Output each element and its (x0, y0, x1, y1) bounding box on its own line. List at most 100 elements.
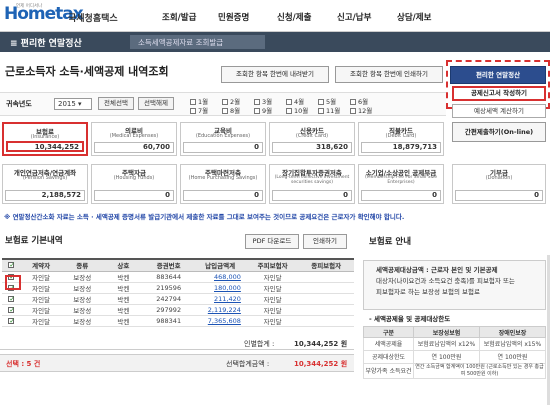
guide-cell: 세액공제율 (363, 337, 414, 351)
nav-inquiry[interactable]: 조회/발급 (162, 11, 196, 23)
card-medical[interactable]: 의료비 (Medical Expenses) 60,700 (91, 122, 177, 156)
card-value: 0 (272, 190, 352, 201)
card-value: 0 (361, 190, 441, 201)
pdf-download-button[interactable]: PDF 다운로드 (245, 234, 299, 249)
menu-easy-settlement[interactable]: ≡ 편리한 연말정산 (10, 36, 82, 49)
cell: 자인달 (246, 315, 299, 327)
table-row[interactable]: 자인달 보장성 박켄 297992 2,119,224 자인달 (2, 304, 354, 316)
filter-row: 귀속년도 2015 ▾ 전체선택 선택해제 1월 7월 2월 8월 3월 9월 … (0, 92, 446, 116)
row-checkbox[interactable] (2, 304, 21, 316)
cell: 자인달 (246, 293, 299, 305)
hometax-logo[interactable]: 언제 어디서나 Hometax 국세청홈택스 (4, 3, 122, 27)
cell: 자인달 (246, 282, 299, 294)
amount-link[interactable]: 211,420 (193, 293, 247, 305)
cell: 자인달 (246, 271, 299, 283)
table-row[interactable]: 자인달 보장성 박켄 988341 7,365,608 자인달 (2, 315, 354, 327)
card-debit[interactable]: 직불카드 (Debit Card) 18,879,713 (358, 122, 444, 156)
guide-header: 장애인보장 (478, 326, 547, 338)
card-long-term-fund[interactable]: 장기집합투자증권저축 (Long-term collective investm… (269, 164, 355, 204)
card-home-savings[interactable]: 주택마련저축 (Home Purchasing Savings) 0 (180, 164, 266, 204)
cell: 자인달 (20, 282, 62, 294)
guide-cell: 연 100만원 (478, 350, 547, 364)
col-main-insured: 주피보험자 (246, 258, 299, 272)
table-header-row: 계약자 종류 상호 증권번호 납입금액계 주피보험자 종피보험자 (2, 258, 354, 272)
year-select[interactable]: 2015 ▾ (54, 98, 92, 110)
card-donation[interactable]: 기부금 (Donation) 0 (452, 164, 546, 204)
nav-report-payment[interactable]: 신고/납부 (337, 11, 371, 23)
card-housing[interactable]: 주택자금 (Housing Funds) 0 (91, 164, 177, 204)
month-checkbox[interactable]: 8월 (222, 105, 240, 115)
page-title: 근로소득자 소득·세액공제 내역조회 (5, 65, 169, 78)
guide-line: 피보험자로 하는 보장성 보험의 보험료 (376, 288, 480, 296)
print-button[interactable]: 인쇄하기 (303, 234, 347, 249)
cell: 988341 (143, 315, 194, 327)
card-pension[interactable]: 개인연금저축/연금계좌 (Pension Savings) 2,188,572 (2, 164, 88, 204)
card-en: (Pension Savings) (22, 175, 68, 181)
amount-link[interactable]: 2,119,224 (193, 304, 247, 316)
cell: 박켄 (102, 315, 144, 327)
guide-cell: 연 100만원 (413, 350, 480, 364)
sum-label: 인별합계 : (244, 340, 275, 348)
card-value: 10,344,252 (6, 141, 84, 152)
sum-row: 인별합계 : 10,344,252 원 (0, 336, 354, 350)
guide-header: 보장성보험 (413, 326, 480, 338)
insurance-table: 계약자 종류 상호 증권번호 납입금액계 주피보험자 종피보험자 자인달 보장성… (2, 258, 354, 327)
selected-sum-label: 선택합계금액 : (226, 360, 270, 368)
card-value: 0 (94, 190, 174, 201)
header-checkbox[interactable] (2, 258, 21, 272)
card-value: 0 (183, 190, 263, 201)
card-insurance[interactable]: 보험료 (Insurance) 10,344,252 (2, 122, 88, 156)
guide-box: 세액공제대상금액 : 근로자 본인 및 기본공제 대상자(나이요건과 소득요건 … (363, 260, 546, 310)
amount-link[interactable]: 7,365,608 (193, 315, 247, 327)
deselect-button[interactable]: 선택해제 (138, 97, 174, 110)
cell: 보장성 (61, 315, 103, 327)
select-all-button[interactable]: 전체선택 (98, 97, 134, 110)
cell: 자인달 (20, 315, 62, 327)
cell (298, 271, 354, 283)
month-checkbox[interactable]: 11월 (318, 105, 340, 115)
card-credit[interactable]: 신용카드 (Credit Card) 318,620 (269, 122, 355, 156)
print-all-button[interactable]: 조회한 항목 한번에 인쇄하기 (335, 66, 443, 83)
estimate-tax-button[interactable]: 예상세액 계산하기 (452, 104, 546, 118)
row-checkbox[interactable] (2, 293, 21, 305)
cell: 자인달 (246, 304, 299, 316)
nav-application[interactable]: 신청/제출 (277, 11, 311, 23)
nav-consultation[interactable]: 상담/제보 (397, 11, 431, 23)
amount-link[interactable]: 180,000 (193, 282, 247, 294)
month-checkbox[interactable]: 12월 (350, 105, 372, 115)
cell (298, 315, 354, 327)
table-row[interactable]: 자인달 보장성 박켄 883644 468,000 자인달 (2, 271, 354, 283)
cell: 자인달 (20, 293, 62, 305)
cell: 보장성 (61, 293, 103, 305)
nav-certificate[interactable]: 민원증명 (218, 11, 249, 23)
cell: 박켄 (102, 271, 144, 283)
year-value: 2015 (58, 100, 76, 108)
card-en: (Donation) (485, 175, 513, 181)
month-checkbox[interactable]: 7월 (190, 105, 208, 115)
card-education[interactable]: 교육비 (Education Expenses) 0 (180, 122, 266, 156)
amount-link[interactable]: 468,000 (193, 271, 247, 283)
simplified-submit-button[interactable]: 간편제출하기(On-line) (452, 122, 546, 142)
month-checkbox[interactable]: 9월 (254, 105, 272, 115)
card-en: (Membership Fee For Small Size Enterpris… (365, 175, 437, 185)
card-en: (Education Expenses) (195, 133, 251, 139)
year-label: 귀속년도 (6, 100, 32, 108)
col-company: 상호 (102, 258, 144, 272)
card-en: (Home Purchasing Savings) (188, 175, 258, 181)
card-small-business[interactable]: 소기업/소상공인 공제부금 (Membership Fee For Small … (358, 164, 444, 204)
guide-cell: 공제대상한도 (363, 350, 414, 364)
breadcrumb[interactable]: 소득세액공제자료 조회발급 (130, 35, 265, 49)
write-deduction-report-button[interactable]: 공제신고서 작성하기 (452, 86, 546, 101)
easy-settlement-button[interactable]: 편리한 연말정산 (450, 66, 546, 84)
cell: 242794 (143, 293, 194, 305)
table-row[interactable]: 자인달 보장성 박켄 242794 211,420 자인달 (2, 293, 354, 305)
cell (298, 293, 354, 305)
row-checkbox[interactable] (2, 315, 21, 327)
guide-cell: 보험료납입액의 x12% (413, 337, 480, 351)
month-checkbox[interactable]: 10월 (286, 105, 308, 115)
cell: 219596 (143, 282, 194, 294)
download-all-button[interactable]: 조회한 항목 한번에 내려받기 (221, 66, 329, 83)
notice-text: ※ 연말정산간소화 자료는 소득 · 세액공제 증명서류 발급기관에서 제출한 … (4, 213, 405, 221)
table-row[interactable]: 자인달 보장성 박켄 219596 180,000 자인달 (2, 282, 354, 294)
card-value: 18,879,713 (361, 142, 441, 153)
